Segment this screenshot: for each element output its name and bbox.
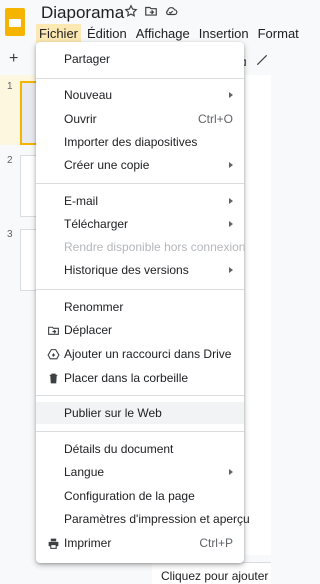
menu-format[interactable]: Format	[255, 24, 302, 43]
menu-item-label: Déplacer	[64, 323, 113, 337]
menu-item-make-copy[interactable]: Créer une copie	[36, 154, 244, 176]
menu-item-label: Importer des diapositives	[64, 135, 198, 149]
submenu-arrow-icon	[229, 162, 233, 168]
menu-item-label: Renommer	[64, 300, 124, 314]
slide-canvas[interactable]	[245, 75, 271, 555]
line-tool-icon[interactable]	[253, 51, 271, 69]
shortcut-label: Ctrl+O	[197, 112, 233, 126]
menu-item-email[interactable]: E-mail	[36, 190, 244, 212]
menu-item-open[interactable]: Ouvrir Ctrl+O	[36, 108, 244, 130]
menu-item-label: Paramètres d'impression et aperçu	[64, 512, 250, 526]
speaker-notes[interactable]: Cliquez pour ajouter le	[152, 562, 271, 584]
file-menu: Partager Nouveau Ouvrir Ctrl+O Importer …	[36, 42, 250, 563]
trash-icon	[46, 371, 60, 385]
printer-icon	[46, 536, 60, 550]
new-slide-button[interactable]: +	[9, 50, 18, 68]
menu-item-label: Historique des versions	[64, 263, 189, 277]
menu-item-label: E-mail	[64, 194, 99, 208]
menu-edit[interactable]: Édition	[84, 24, 130, 43]
submenu-arrow-icon	[229, 221, 233, 227]
slides-logo[interactable]	[5, 8, 25, 36]
menu-item-label: Détails du document	[64, 442, 174, 456]
slide-thumbnail-row[interactable]: 1	[0, 75, 38, 145]
menu-item-move[interactable]: Déplacer	[36, 319, 244, 341]
menu-divider	[36, 289, 244, 290]
menu-item-label: Placer dans la corbeille	[64, 371, 189, 385]
menu-item-label: Publier sur le Web	[64, 406, 162, 420]
menu-item-new[interactable]: Nouveau	[36, 84, 244, 106]
menu-item-label: Nouveau	[64, 88, 113, 102]
menu-item-trash[interactable]: Placer dans la corbeille	[36, 367, 244, 389]
menu-item-details[interactable]: Détails du document	[36, 438, 244, 460]
slide-thumbnail[interactable]	[20, 229, 37, 291]
menu-item-label: Imprimer	[64, 536, 112, 550]
menu-item-rename[interactable]: Renommer	[36, 296, 244, 318]
menu-item-label: Configuration de la page	[64, 489, 195, 503]
slide-thumbnail[interactable]	[20, 155, 37, 217]
shortcut-label: Ctrl+P	[199, 536, 233, 550]
drive-shortcut-icon	[46, 347, 60, 361]
menu-item-share[interactable]: Partager	[36, 48, 244, 70]
menu-item-import-slides[interactable]: Importer des diapositives	[36, 131, 244, 153]
star-icon[interactable]	[124, 4, 138, 18]
menu-item-version-history[interactable]: Historique des versions	[36, 259, 244, 281]
move-folder-icon[interactable]	[144, 4, 158, 18]
menu-view[interactable]: Affichage	[133, 24, 193, 43]
menu-item-label: Ajouter un raccourci dans Drive	[64, 347, 232, 361]
menu-item-label: Langue	[64, 465, 105, 479]
submenu-arrow-icon	[229, 469, 233, 475]
menu-insert[interactable]: Insertion	[196, 24, 252, 43]
menu-divider	[36, 395, 244, 396]
submenu-arrow-icon	[229, 92, 233, 98]
menu-item-make-offline: Rendre disponible hors connexion	[36, 236, 246, 258]
menu-divider	[36, 431, 244, 432]
slide-thumbnail-row[interactable]: 3	[0, 223, 37, 293]
submenu-arrow-icon	[229, 198, 233, 204]
menu-divider	[36, 183, 244, 184]
menu-file[interactable]: Fichier	[36, 24, 82, 43]
menu-divider	[36, 78, 244, 79]
slide-panel: 1 2 3	[0, 75, 38, 584]
menu-item-label: Ouvrir	[64, 112, 97, 126]
menu-item-download[interactable]: Télécharger	[36, 213, 244, 235]
menu-item-label: Créer une copie	[64, 158, 150, 172]
menu-item-add-shortcut[interactable]: Ajouter un raccourci dans Drive	[36, 343, 244, 365]
menu-item-page-setup[interactable]: Configuration de la page	[36, 485, 244, 507]
menu-item-label: Partager	[64, 52, 111, 66]
cloud-status-icon[interactable]	[164, 4, 178, 18]
menu-item-print[interactable]: Imprimer Ctrl+P	[36, 532, 244, 554]
menu-item-publish[interactable]: Publier sur le Web	[36, 402, 244, 424]
menu-item-label: Rendre disponible hors connexion	[64, 240, 246, 254]
folder-move-icon	[46, 323, 60, 337]
menu-bar: Fichier Édition Affichage Insertion Form…	[36, 24, 305, 43]
slide-number: 1	[7, 81, 13, 92]
slide-number: 2	[7, 155, 13, 166]
document-title[interactable]: Diaporama	[41, 3, 124, 23]
menu-item-language[interactable]: Langue	[36, 461, 244, 483]
slide-number: 3	[7, 229, 13, 240]
slide-thumbnail-row[interactable]: 2	[0, 149, 37, 219]
menu-item-label: Télécharger	[64, 217, 129, 231]
menu-item-print-settings[interactable]: Paramètres d'impression et aperçu	[36, 508, 250, 530]
submenu-arrow-icon	[229, 267, 233, 273]
